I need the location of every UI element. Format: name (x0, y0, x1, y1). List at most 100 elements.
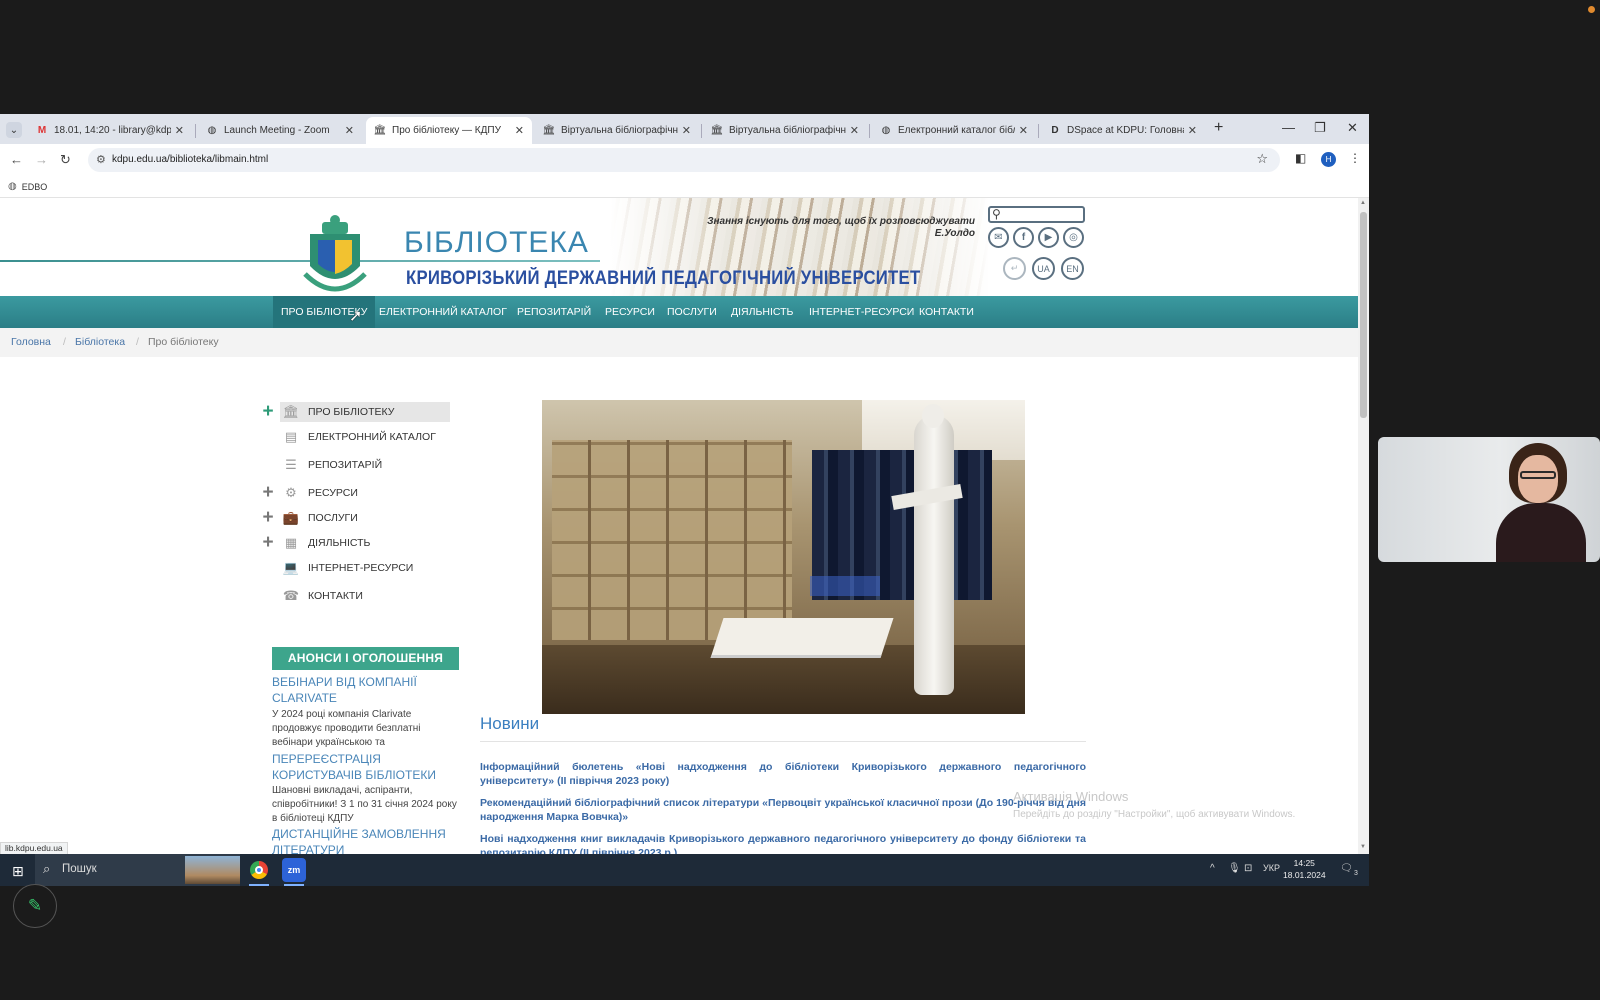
instagram-icon[interactable]: ◎ (1063, 227, 1084, 248)
taskbar-search[interactable]: ⌕ Пошук (35, 854, 240, 886)
tab-zoom[interactable]: ◍ Launch Meeting - Zoom ✕ (198, 117, 362, 144)
statue-head (922, 404, 944, 428)
close-icon[interactable]: ✕ (175, 124, 184, 137)
bookmark-edbo[interactable]: ◍ EDBO (8, 181, 47, 192)
expand-plus-icon[interactable]: + (258, 508, 278, 527)
network-icon[interactable]: ⊡ (1244, 863, 1252, 874)
new-tab-icon[interactable]: + (1214, 119, 1223, 137)
restore-icon[interactable]: ❐ (1314, 120, 1326, 136)
tab-active-library[interactable]: 🏛 Про бібліотеку — КДПУ ✕ (366, 117, 532, 144)
nav-internet-resources[interactable]: ІНТЕРНЕТ-РЕСУРСИ (801, 296, 922, 328)
side-panel-icon[interactable]: ◧ (1295, 151, 1306, 165)
sidebar-item-repository[interactable]: ☰ РЕПОЗИТАРІЙ (258, 455, 450, 475)
windows-taskbar: ⊞ ⌕ Пошук zm ^ 🎙 ⊡ УКР 14:25 18.01.2024 … (0, 854, 1369, 886)
page-scrollbar[interactable]: ▲ ▼ (1358, 198, 1369, 854)
announcement-title[interactable]: ПЕРЕРЕЄСТРАЦІЯ КОРИСТУВАЧІВ БІБЛІОТЕКИ (272, 751, 467, 783)
phone-icon: ☎ (282, 588, 300, 603)
site-settings-icon[interactable]: ⚙ (96, 153, 106, 166)
search-icon: ⌕ (43, 861, 51, 876)
zoom-taskbar-icon[interactable]: zm (282, 858, 306, 882)
window-close-icon[interactable]: ✕ (1347, 120, 1358, 136)
breadcrumb-home[interactable]: Головна (11, 336, 51, 348)
scroll-up-icon[interactable]: ▲ (1360, 200, 1366, 206)
news-link[interactable]: Нові надходження книг викладачів Криворі… (480, 832, 1086, 854)
nav-contacts[interactable]: КОНТАКТИ (911, 296, 982, 328)
windows-activation-text: Перейдіть до розділу "Настройки", щоб ак… (1013, 809, 1296, 820)
university-logo[interactable] (300, 214, 370, 296)
nav-e-catalog[interactable]: ЕЛЕКТРОННИЙ КАТАЛОГ (371, 296, 515, 328)
sidebar-item-resources[interactable]: + ⚙ РЕСУРСИ (258, 483, 450, 503)
youtube-icon[interactable]: ▶ (1038, 227, 1059, 248)
open-book (710, 618, 894, 658)
tab-search-icon[interactable]: ⌄ (6, 122, 22, 138)
close-icon[interactable]: ✕ (515, 124, 524, 137)
active-indicator (284, 884, 304, 886)
breadcrumb-current: Про бібліотеку (148, 336, 219, 348)
facebook-icon[interactable]: f (1013, 227, 1034, 248)
back-icon[interactable]: ← (10, 152, 23, 167)
url-text[interactable]: kdpu.edu.ua/biblioteka/libmain.html (112, 154, 268, 165)
microphone-icon[interactable]: 🎙 (1228, 863, 1241, 874)
tab-gmail[interactable]: M 18.01, 14:20 - library@kdpu.edu ✕ (28, 117, 192, 144)
input-language[interactable]: УКР (1263, 863, 1280, 873)
tab-separator (195, 124, 196, 138)
news-link[interactable]: Інформаційний бюлетень «Нові надходження… (480, 760, 1086, 788)
nav-activities[interactable]: ДІЯЛЬНІСТЬ (723, 296, 801, 328)
tab-virtual-bib-2[interactable]: 🏛 Віртуальна бібліографічна до ✕ (703, 117, 867, 144)
sidebar-item-services[interactable]: + 💼 ПОСЛУГИ (258, 508, 450, 528)
forward-icon[interactable]: → (35, 152, 48, 167)
sidebar-item-activities[interactable]: + ▦ ДІЯЛЬНІСТЬ (258, 533, 450, 553)
bookmark-star-icon[interactable]: ☆ (1256, 151, 1268, 167)
expand-plus-icon[interactable]: + (258, 483, 278, 502)
sidebar-item-about[interactable]: + 🏛 ПРО БІБЛІОТЕКУ (258, 402, 450, 422)
reload-icon[interactable]: ↻ (60, 152, 71, 168)
browser-menu-icon[interactable]: ⋮ (1349, 151, 1361, 165)
announcement-title[interactable]: ДИСТАНЦІЙНЕ ЗАМОВЛЕННЯ ЛІТЕРАТУРИ (272, 826, 467, 854)
sidebar-item-contacts[interactable]: ☎ КОНТАКТИ (258, 586, 450, 606)
bookmark-label: EDBO (21, 181, 48, 192)
windows-start-icon[interactable]: ⊞ (12, 863, 24, 880)
university-title: КРИВОРІЗЬКИЙ ДЕРЖАВНИЙ ПЕДАГОГІЧНИЙ УНІВ… (406, 268, 921, 289)
chrome-taskbar-icon[interactable] (247, 858, 271, 882)
tab-label: DSpace at KDPU: Головна стор (1067, 125, 1184, 136)
building-icon: 🏛 (282, 404, 300, 419)
participant-video[interactable] (1378, 437, 1600, 562)
mail-icon[interactable]: ✉ (988, 227, 1009, 248)
tray-chevron-icon[interactable]: ^ (1210, 863, 1215, 874)
close-icon[interactable]: ✕ (850, 124, 859, 137)
address-bar[interactable]: ⚙ kdpu.edu.ua/biblioteka/libmain.html ☆ (88, 148, 1280, 172)
lang-en-button[interactable]: EN (1061, 257, 1084, 280)
nav-services[interactable]: ПОСЛУГИ (659, 296, 725, 328)
scroll-thumb[interactable] (1360, 212, 1367, 418)
taskbar-clock[interactable]: 14:25 18.01.2024 (1283, 857, 1326, 881)
close-icon[interactable]: ✕ (1188, 124, 1197, 137)
nav-resources[interactable]: РЕСУРСИ (597, 296, 663, 328)
expand-plus-icon[interactable]: + (258, 402, 278, 421)
breadcrumb: Головна / Бібліотека / Про бібліотеку (0, 328, 1358, 357)
sidebar-item-e-catalog[interactable]: ▤ ЕЛЕКТРОННИЙ КАТАЛОГ (258, 427, 450, 447)
nav-repository[interactable]: РЕПОЗИТАРІЙ (509, 296, 599, 328)
notifications-icon[interactable]: 🗨 (1340, 863, 1353, 874)
close-icon[interactable]: ✕ (345, 124, 354, 137)
tab-e-catalog[interactable]: ◍ Електронний каталог бібліоте ✕ (872, 117, 1036, 144)
site-search-input[interactable]: ⚲ (988, 206, 1085, 223)
minimize-icon[interactable]: — (1282, 120, 1295, 135)
globe-icon: ◍ (881, 125, 891, 136)
breadcrumb-library[interactable]: Бібліотека (75, 336, 125, 348)
tab-dspace[interactable]: D DSpace at KDPU: Головна стор ✕ (1041, 117, 1205, 144)
scroll-down-icon[interactable]: ▼ (1360, 844, 1366, 850)
mouse-cursor-icon: ➚ (349, 308, 363, 325)
sidebar-item-label: ПРО БІБЛІОТЕКУ (308, 406, 395, 418)
profile-avatar[interactable]: H (1321, 152, 1336, 167)
lang-ua-button[interactable]: UA (1032, 257, 1055, 280)
close-icon[interactable]: ✕ (1019, 124, 1028, 137)
close-icon[interactable]: ✕ (682, 124, 691, 137)
expand-plus-icon[interactable]: + (258, 533, 278, 552)
sidebar-item-internet[interactable]: 💻 ІНТЕРНЕТ-РЕСУРСИ (258, 558, 450, 578)
news-link[interactable]: Рекомендаційний бібліографічний список л… (480, 796, 1086, 824)
tab-virtual-bib-1[interactable]: 🏛 Віртуальна бібліографічна до ✕ (535, 117, 699, 144)
annotate-pen-icon[interactable]: ✎ (13, 884, 57, 928)
announcement-title[interactable]: ВЕБІНАРИ ВІД КОМПАНІЇ CLARIVATE (272, 674, 467, 706)
participant-glasses (1520, 471, 1556, 479)
accessibility-icon[interactable]: ↵ (1003, 257, 1026, 280)
